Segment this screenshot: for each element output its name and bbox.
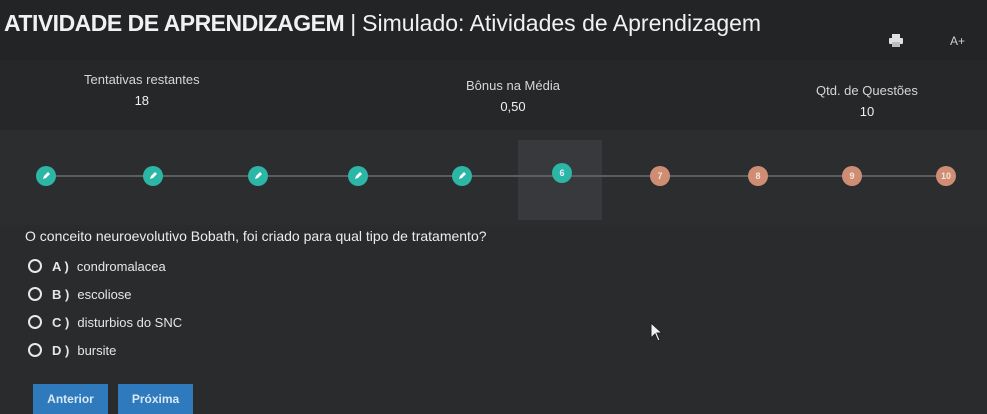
step-10[interactable]: 10 <box>936 166 956 186</box>
step-2-answered[interactable] <box>143 166 163 186</box>
option-c[interactable]: C ) disturbios do SNC <box>28 311 182 333</box>
stat-bonus-value: 0,50 <box>500 99 526 114</box>
option-letter: C ) <box>52 314 70 330</box>
stat-tentativas-value: 18 <box>134 93 150 108</box>
title-text: Simulado: Atividades de Aprendizagem <box>362 10 762 36</box>
option-d[interactable]: D ) bursite <box>28 339 116 361</box>
pencil-icon <box>353 171 363 181</box>
pencil-icon <box>253 171 263 181</box>
mouse-pointer-icon <box>650 322 664 342</box>
page-title: ATIVIDADE DE APRENDIZAGEM | Simulado: Ativ… <box>4 6 761 40</box>
radio-button[interactable] <box>28 287 42 301</box>
next-button[interactable]: Próxima <box>118 384 193 414</box>
title-separator: | <box>350 10 357 36</box>
pencil-icon <box>148 171 158 181</box>
option-a[interactable]: A ) condromalacea <box>28 255 166 277</box>
step-1-answered[interactable] <box>36 166 56 186</box>
stat-questoes-value: 10 <box>859 104 875 119</box>
radio-button[interactable] <box>28 315 42 329</box>
progress-line <box>46 175 951 177</box>
top-bar: ATIVIDADE DE APRENDIZAGEM | Simulado: Ativ… <box>0 0 987 60</box>
stat-questoes: Qtd. de Questões 10 <box>816 83 918 119</box>
step-3-answered[interactable] <box>248 166 268 186</box>
pencil-icon <box>457 171 467 181</box>
option-text: condromalacea <box>76 258 166 274</box>
stat-tentativas-label: Tentativas restantes <box>84 72 200 87</box>
option-letter: A ) <box>52 258 69 274</box>
step-7[interactable]: 7 <box>650 166 670 186</box>
radio-button[interactable] <box>28 343 42 357</box>
previous-button[interactable]: Anterior <box>33 384 108 414</box>
radio-button[interactable] <box>28 259 42 273</box>
option-text: disturbios do SNC <box>77 314 183 330</box>
option-letter: D ) <box>52 342 70 358</box>
question-text: O conceito neuroevolutivo Bobath, foi cr… <box>25 228 487 244</box>
option-text: escoliose <box>77 286 132 302</box>
stat-bonus: Bônus na Média 0,50 <box>466 78 560 114</box>
step-4-answered[interactable] <box>348 166 368 186</box>
stat-questoes-label: Qtd. de Questões <box>816 83 918 98</box>
font-size-button[interactable]: A+ <box>950 34 965 48</box>
option-letter: B ) <box>52 286 70 302</box>
step-9[interactable]: 9 <box>842 166 862 186</box>
option-b[interactable]: B ) escoliose <box>28 283 132 305</box>
step-6[interactable]: 6 <box>552 163 572 183</box>
pencil-icon <box>41 171 51 181</box>
step-8[interactable]: 8 <box>748 166 768 186</box>
option-text: bursite <box>77 342 117 358</box>
step-5-answered[interactable] <box>452 166 472 186</box>
stat-tentativas: Tentativas restantes 18 <box>84 72 200 108</box>
stat-bonus-label: Bônus na Média <box>466 78 560 93</box>
printer-icon[interactable] <box>889 34 903 47</box>
title-brand: ATIVIDADE DE APRENDIZAGEM <box>4 10 345 36</box>
